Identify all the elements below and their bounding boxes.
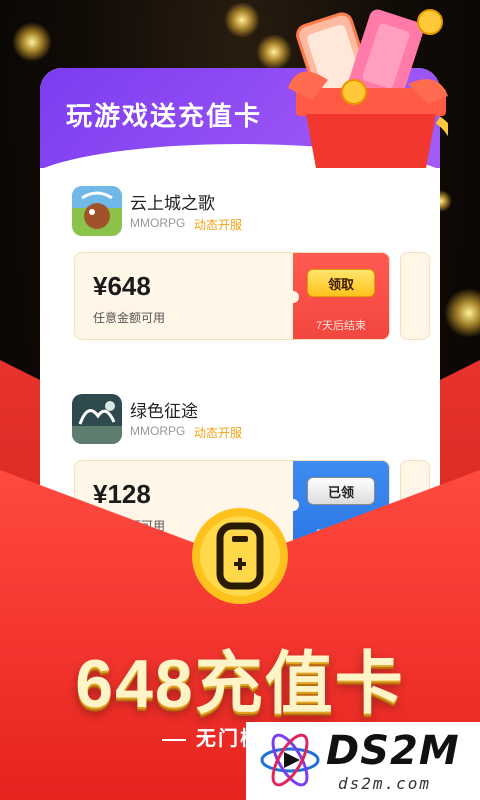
game-name: 云上城之歌	[130, 194, 215, 213]
promo-headline: 648充值卡	[75, 646, 405, 722]
sparkle-decoration	[12, 22, 52, 62]
game-item[interactable]: 云上城之歌 MMORPG 动态开服	[72, 186, 432, 240]
coupon-description: 任意金额可用	[93, 311, 166, 325]
sparkle-decoration	[224, 2, 260, 38]
coupon-action-panel: 领取 7天后结束	[287, 253, 389, 339]
page-title: 玩游戏送充值卡	[66, 101, 263, 131]
game-genre: MMORPG	[130, 216, 186, 230]
sparkle-decoration	[444, 288, 480, 338]
coin-logo-icon[interactable]	[190, 506, 290, 606]
claim-button[interactable]: 领取	[307, 269, 375, 297]
coupon-expiry: 7天后结束	[315, 320, 367, 332]
coupon-card: ¥648 任意金额可用 领取 7天后结束	[74, 252, 390, 340]
gift-box-icon	[288, 9, 448, 168]
game-tag: 动态开服	[194, 218, 243, 232]
coupon-amount: ¥648	[93, 271, 151, 301]
sparkle-decoration	[256, 34, 292, 70]
game-icon	[72, 186, 122, 236]
watermark-brand: DS2M	[326, 728, 460, 774]
coupon-card-next[interactable]	[400, 252, 430, 340]
watermark-domain: ds2m.com	[338, 774, 432, 793]
atom-logo-icon	[260, 733, 320, 787]
